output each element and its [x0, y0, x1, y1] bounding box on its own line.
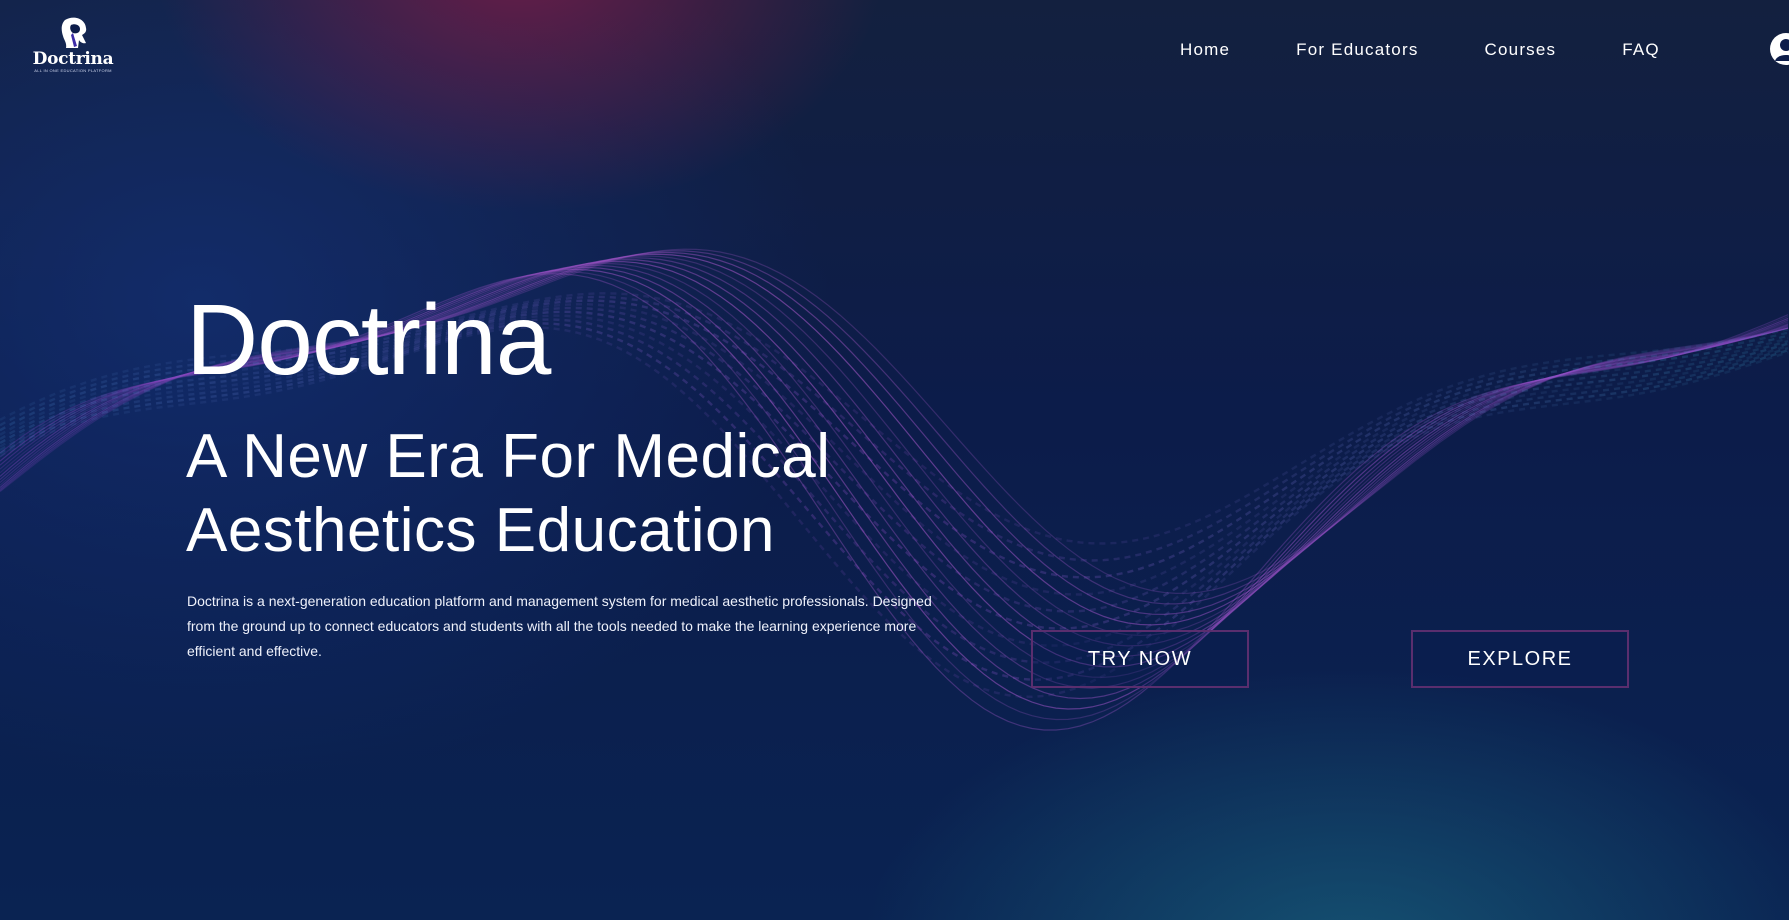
nav-item-home[interactable]: Home [1180, 40, 1230, 60]
brand-logo[interactable]: Doctrina ALL IN ONE EDUCATION PLATFORM [30, 16, 116, 80]
hero-subtitle-line-2: Aesthetics Education [186, 496, 776, 565]
hero-description: Doctrina is a next-generation education … [187, 593, 932, 659]
hero-title: Doctrina [186, 284, 551, 396]
head-profile-logo-icon [61, 17, 87, 48]
hero-subtitle-line-1: A New Era For Medical [186, 422, 831, 491]
logo-wordmark: Doctrina [32, 49, 114, 69]
hero-subtitle: A New Era For Medical Aesthetics Educati… [186, 420, 946, 568]
nav-item-faq[interactable]: FAQ [1622, 40, 1660, 60]
explore-button[interactable]: EXPLORE [1411, 630, 1629, 688]
landing-page: Doctrina ALL IN ONE EDUCATION PLATFORM H… [0, 0, 1789, 920]
nav-item-courses[interactable]: Courses [1485, 40, 1557, 60]
main-navigation: Home For Educators Courses FAQ [1180, 38, 1660, 62]
logo-tagline: ALL IN ONE EDUCATION PLATFORM [34, 68, 112, 73]
nav-item-for-educators[interactable]: For Educators [1296, 40, 1418, 60]
try-now-button[interactable]: TRY NOW [1031, 630, 1249, 688]
